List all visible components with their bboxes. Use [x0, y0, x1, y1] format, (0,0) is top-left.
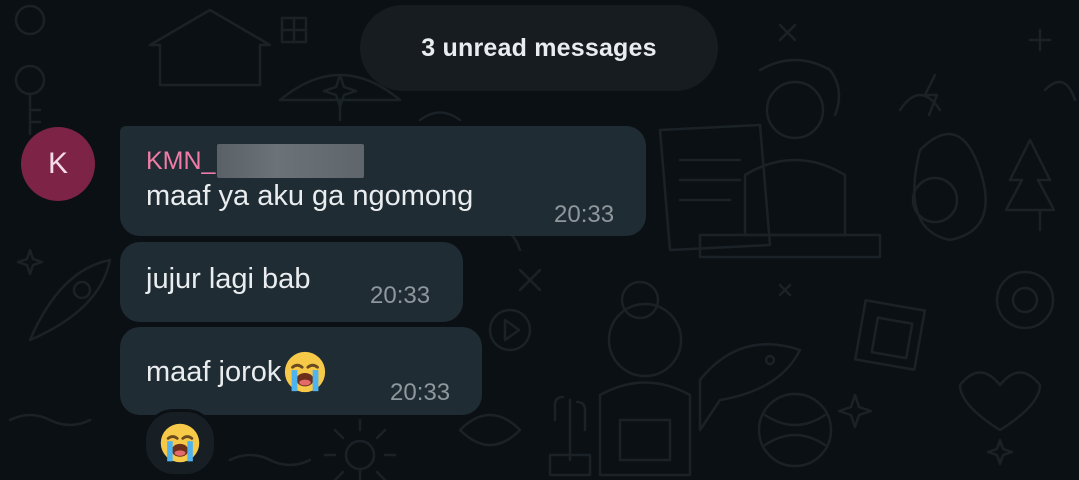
- sender-avatar[interactable]: K: [21, 127, 95, 201]
- message-bubble[interactable]: KMN_ maaf ya aku ga ngomong 20:33: [120, 126, 646, 236]
- message-text: jujur lagi bab: [146, 263, 311, 295]
- loudly-crying-face-icon: [160, 423, 200, 463]
- message-reaction[interactable]: [143, 409, 217, 477]
- message-text: maaf ya aku ga ngomong: [146, 180, 474, 212]
- sender-name[interactable]: KMN_: [146, 144, 365, 178]
- avatar-letter: K: [47, 147, 68, 180]
- unread-messages-label: 3 unread messages: [421, 33, 657, 62]
- unread-messages-banner: 3 unread messages: [360, 5, 718, 91]
- message-timestamp: 20:33: [390, 379, 451, 406]
- redacted-name-block: [217, 144, 365, 178]
- message-timestamp: 20:33: [370, 282, 431, 309]
- sender-name-text: KMN_: [146, 146, 216, 175]
- loudly-crying-face-icon: [285, 351, 326, 393]
- message-bubble[interactable]: maaf jorok 20:33: [120, 327, 482, 415]
- message-timestamp: 20:33: [554, 201, 615, 228]
- message-bubble[interactable]: jujur lagi bab 20:33: [120, 242, 463, 322]
- message-text: maaf jorok: [146, 355, 282, 388]
